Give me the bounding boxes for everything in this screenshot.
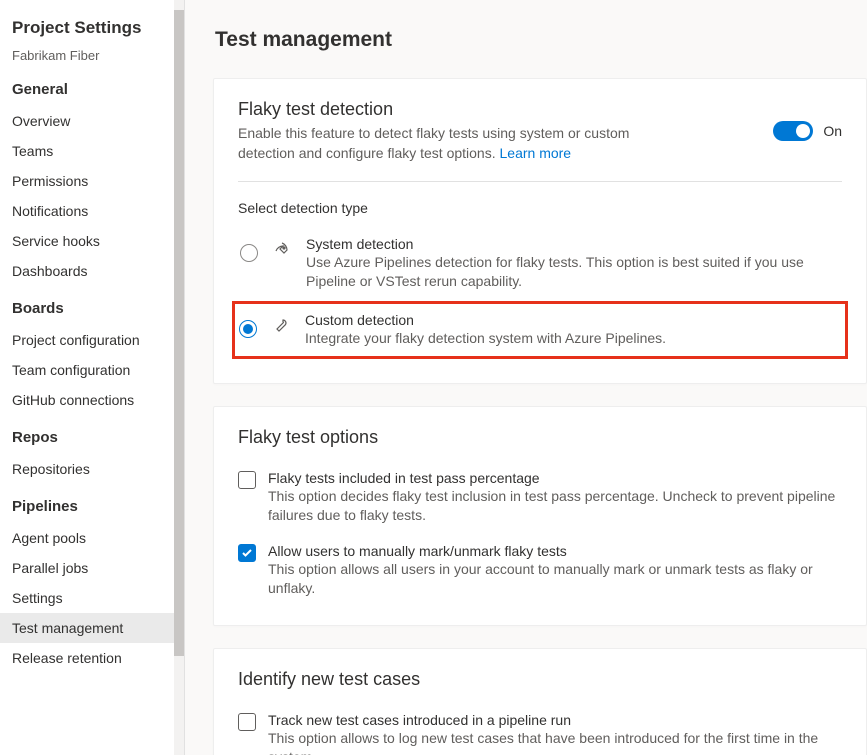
sidebar-item-service-hooks[interactable]: Service hooks xyxy=(0,226,184,256)
sidebar: Project Settings Fabrikam Fiber General O… xyxy=(0,0,185,755)
flaky-desc: Enable this feature to detect flaky test… xyxy=(238,124,668,163)
section-heading-boards: Boards xyxy=(12,300,184,317)
scrollbar-thumb[interactable] xyxy=(174,10,184,656)
radio-custom[interactable] xyxy=(239,320,257,338)
flaky-options-title: Flaky test options xyxy=(238,427,842,448)
sidebar-item-settings[interactable]: Settings xyxy=(0,583,184,613)
radio-system[interactable] xyxy=(240,244,258,262)
flaky-toggle-wrap: On xyxy=(773,121,842,141)
opt2-title: Allow users to manually mark/unmark flak… xyxy=(268,543,842,559)
flaky-title: Flaky test detection xyxy=(238,99,668,120)
sidebar-item-notifications[interactable]: Notifications xyxy=(0,196,184,226)
flaky-options-card: Flaky test options Flaky tests included … xyxy=(213,406,867,627)
system-detection-title: System detection xyxy=(306,236,840,252)
system-detection-desc: Use Azure Pipelines detection for flaky … xyxy=(306,253,840,291)
opt2-desc: This option allows all users in your acc… xyxy=(268,560,842,598)
option-manual-mark: Allow users to manually mark/unmark flak… xyxy=(238,543,842,598)
wrench-icon xyxy=(271,318,291,334)
checkbox-track-new[interactable] xyxy=(238,713,256,731)
project-name: Fabrikam Fiber xyxy=(12,48,184,63)
identify-card: Identify new test cases Track new test c… xyxy=(213,648,867,755)
custom-detection-desc: Integrate your flaky detection system wi… xyxy=(305,329,839,348)
sidebar-item-teams[interactable]: Teams xyxy=(0,136,184,166)
rocket-icon xyxy=(272,242,292,258)
select-detection-label: Select detection type xyxy=(238,200,842,216)
sidebar-item-agent-pools[interactable]: Agent pools xyxy=(0,523,184,553)
flaky-toggle[interactable] xyxy=(773,121,813,141)
checkbox-manual-mark[interactable] xyxy=(238,544,256,562)
sidebar-item-dashboards[interactable]: Dashboards xyxy=(0,256,184,286)
sidebar-title: Project Settings xyxy=(12,18,184,38)
sidebar-item-release-retention[interactable]: Release retention xyxy=(0,643,184,673)
checkbox-include-pass-pct[interactable] xyxy=(238,471,256,489)
detection-option-custom[interactable]: Custom detection Integrate your flaky de… xyxy=(232,301,848,359)
sidebar-item-test-management[interactable]: Test management xyxy=(0,613,184,643)
custom-detection-title: Custom detection xyxy=(305,312,839,328)
sidebar-item-parallel-jobs[interactable]: Parallel jobs xyxy=(0,553,184,583)
main-content: Test management Flaky test detection Ena… xyxy=(185,0,867,755)
divider xyxy=(238,181,842,182)
page-title: Test management xyxy=(213,28,867,52)
opt1-desc: This option decides flaky test inclusion… xyxy=(268,487,842,525)
sidebar-item-overview[interactable]: Overview xyxy=(0,106,184,136)
section-heading-general: General xyxy=(12,81,184,98)
track-title: Track new test cases introduced in a pip… xyxy=(268,712,842,728)
sidebar-item-team-configuration[interactable]: Team configuration xyxy=(0,355,184,385)
sidebar-item-permissions[interactable]: Permissions xyxy=(0,166,184,196)
track-desc: This option allows to log new test cases… xyxy=(268,729,842,755)
learn-more-link[interactable]: Learn more xyxy=(500,145,572,161)
option-include-pass-pct: Flaky tests included in test pass percen… xyxy=(238,470,842,525)
sidebar-item-project-configuration[interactable]: Project configuration xyxy=(0,325,184,355)
section-heading-pipelines: Pipelines xyxy=(12,498,184,515)
section-heading-repos: Repos xyxy=(12,429,184,446)
flaky-detection-card: Flaky test detection Enable this feature… xyxy=(213,78,867,384)
identify-title: Identify new test cases xyxy=(238,669,842,690)
sidebar-item-repositories[interactable]: Repositories xyxy=(0,454,184,484)
option-track-new: Track new test cases introduced in a pip… xyxy=(238,712,842,755)
detection-option-system[interactable]: System detection Use Azure Pipelines det… xyxy=(238,230,842,301)
sidebar-item-github-connections[interactable]: GitHub connections xyxy=(0,385,184,415)
flaky-toggle-label: On xyxy=(823,123,842,139)
opt1-title: Flaky tests included in test pass percen… xyxy=(268,470,842,486)
